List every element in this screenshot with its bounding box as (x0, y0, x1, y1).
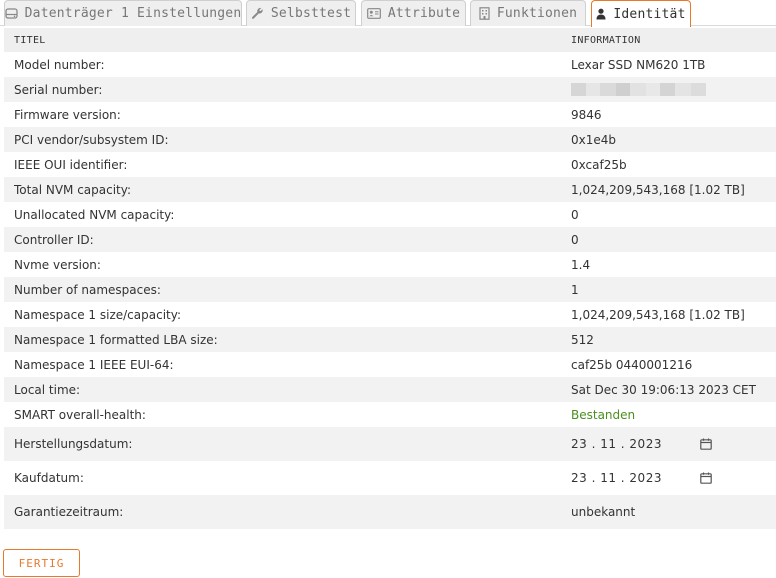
identity-table: TITEL INFORMATION Model number: Lexar SS… (4, 28, 776, 529)
row-value: 512 (571, 332, 594, 347)
building-icon (479, 7, 490, 20)
column-header-title: TITEL (14, 34, 46, 46)
manufacture-date-input[interactable]: 23 . 11 . 2023 (571, 437, 662, 451)
table-row: Herstellungsdatum: 23 . 11 . 2023 (4, 427, 776, 461)
table-row: Model number: Lexar SSD NM620 1TB (4, 52, 776, 77)
row-title: Local time: (14, 382, 81, 397)
done-button[interactable]: FERTIG (3, 549, 80, 577)
table-row: Number of namespaces: 1 (4, 277, 776, 302)
table-row: SMART overall-health: Bestanden (4, 402, 776, 427)
row-value: 0xcaf25b (571, 157, 627, 172)
row-value: 1,024,209,543,168 [1.02 TB] (571, 307, 745, 322)
row-title: Number of namespaces: (14, 282, 161, 297)
row-title: IEEE OUI identifier: (14, 157, 128, 172)
user-icon (596, 8, 606, 20)
tab-label: Datenträger 1 Einstellungen (24, 6, 242, 21)
table-row: Garantiezeitraum: unbekannt (4, 495, 776, 529)
row-value: Sat Dec 30 19:06:13 2023 CET (571, 382, 756, 397)
redacted-serial-number (571, 83, 706, 96)
column-header-information: INFORMATION (571, 34, 641, 46)
wrench-icon (251, 7, 264, 20)
row-title: PCI vendor/subsystem ID: (14, 132, 169, 147)
table-row: PCI vendor/subsystem ID: 0x1e4b (4, 127, 776, 152)
tab-label: Identität (613, 6, 686, 22)
row-title: Unallocated NVM capacity: (14, 207, 175, 222)
table-row: Controller ID: 0 (4, 227, 776, 252)
table-row: Namespace 1 IEEE EUI-64: caf25b 04400012… (4, 352, 776, 377)
table-row: Serial number: (4, 77, 776, 102)
row-value: 0 (571, 232, 579, 247)
table-row: Firmware version: 9846 (4, 102, 776, 127)
table-row: Namespace 1 formatted LBA size: 512 (4, 327, 776, 352)
row-title: Namespace 1 formatted LBA size: (14, 332, 218, 347)
row-title: Total NVM capacity: (14, 182, 132, 197)
tab-bar: Datenträger 1 Einstellungen Selbsttest A… (0, 0, 776, 27)
purchase-date-input[interactable]: 23 . 11 . 2023 (571, 471, 662, 485)
row-value: 1.4 (571, 257, 591, 272)
row-value: caf25b 0440001216 (571, 357, 693, 372)
id-card-icon (366, 8, 381, 19)
row-value: 0 (571, 207, 579, 222)
table-row: Local time: Sat Dec 30 19:06:13 2023 CET (4, 377, 776, 402)
table-row: Nvme version: 1.4 (4, 252, 776, 277)
tab-self-test[interactable]: Selbsttest (246, 0, 356, 26)
calendar-icon[interactable] (700, 472, 712, 484)
tab-identity[interactable]: Identität (591, 0, 691, 27)
row-title: Controller ID: (14, 232, 94, 247)
table-header: TITEL INFORMATION (4, 28, 776, 52)
tab-functions[interactable]: Funktionen (470, 0, 586, 26)
row-value: Lexar SSD NM620 1TB (571, 57, 706, 72)
tab-disk-settings[interactable]: Datenträger 1 Einstellungen (4, 0, 242, 26)
table-row: Namespace 1 size/capacity: 1,024,209,543… (4, 302, 776, 327)
tab-attributes[interactable]: Attribute (361, 0, 466, 26)
disk-icon (4, 8, 18, 19)
health-status-value: Bestanden (571, 407, 636, 422)
row-title: Namespace 1 IEEE EUI-64: (14, 357, 174, 372)
table-row: Total NVM capacity: 1,024,209,543,168 [1… (4, 177, 776, 202)
table-row: Unallocated NVM capacity: 0 (4, 202, 776, 227)
table-row: Kaufdatum: 23 . 11 . 2023 (4, 461, 776, 495)
row-value: 1 (571, 282, 579, 297)
row-value: 0x1e4b (571, 132, 617, 147)
row-title: Serial number: (14, 82, 103, 97)
row-title: Herstellungsdatum: (14, 437, 133, 451)
row-title: Garantiezeitraum: (14, 505, 124, 519)
row-value: unbekannt (571, 505, 636, 519)
tab-label: Attribute (387, 6, 461, 21)
table-row: IEEE OUI identifier: 0xcaf25b (4, 152, 776, 177)
tab-label: Funktionen (496, 6, 578, 21)
row-value: 9846 (571, 107, 602, 122)
row-title: SMART overall-health: (14, 407, 146, 422)
row-title: Namespace 1 size/capacity: (14, 307, 182, 322)
row-title: Firmware version: (14, 107, 121, 122)
row-value: 1,024,209,543,168 [1.02 TB] (571, 182, 745, 197)
row-title: Nvme version: (14, 257, 101, 272)
tab-label: Selbsttest (270, 6, 352, 21)
calendar-icon[interactable] (700, 438, 712, 450)
row-title: Model number: (14, 57, 105, 72)
row-title: Kaufdatum: (14, 471, 84, 485)
